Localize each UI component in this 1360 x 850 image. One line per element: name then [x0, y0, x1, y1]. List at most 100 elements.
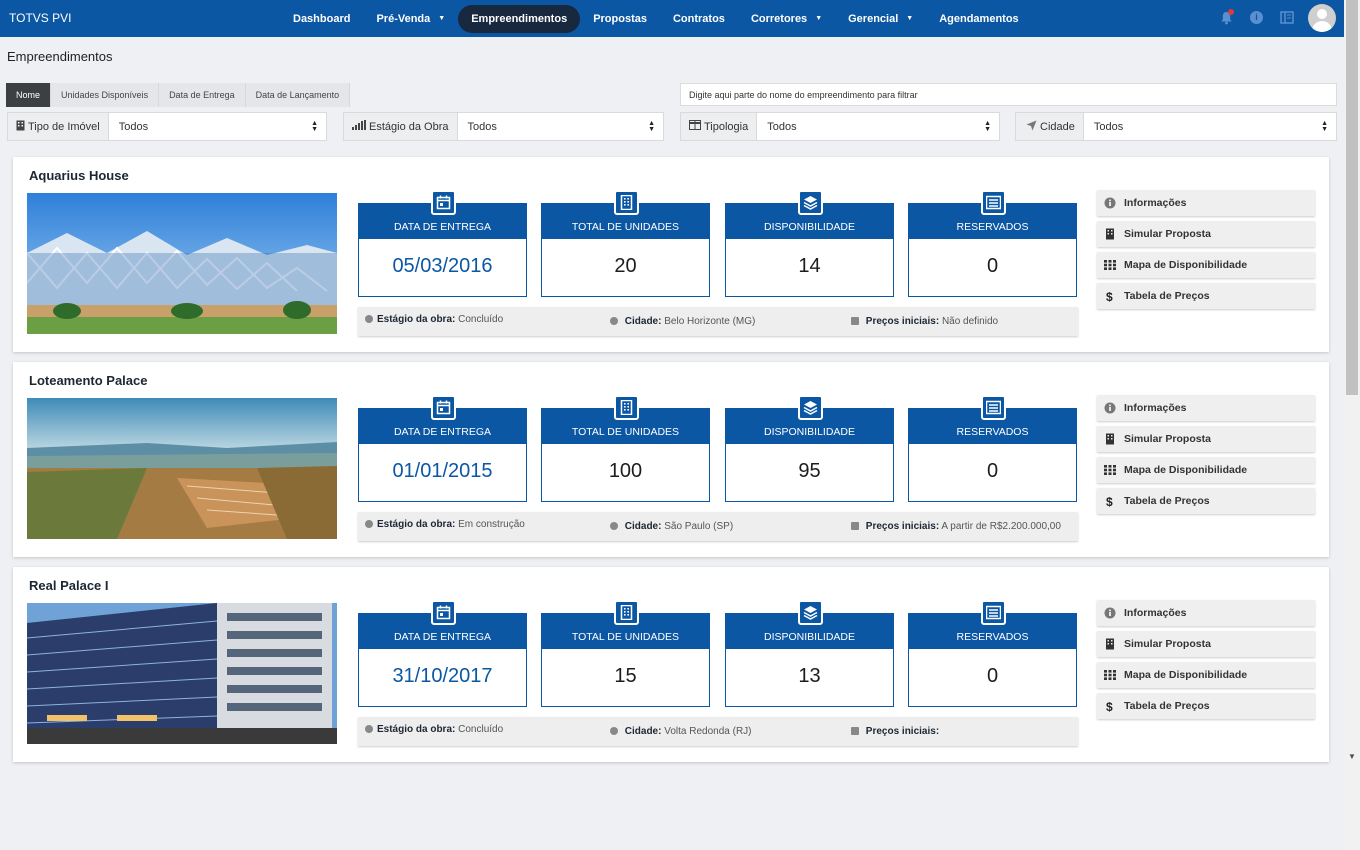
stat-delivery: DATA DE ENTREGA 31/10/2017 [358, 600, 527, 707]
stat-delivery: DATA DE ENTREGA 05/03/2016 [358, 190, 527, 297]
select-estagio-obra[interactable]: Todos ▲ ▼ [458, 113, 664, 140]
project-name[interactable]: Loteamento Palace [29, 373, 148, 388]
chevron-down-icon: ▼ [906, 14, 914, 22]
filter-search-input[interactable] [680, 83, 1337, 106]
filter-tipo-imovel: Tipo de Imóvel Todos ▲ ▼ [7, 112, 327, 141]
info-icon[interactable]: i [1250, 11, 1263, 24]
nav-contratos[interactable]: Contratos [660, 5, 738, 33]
stat-reserved: RESERVADOS 0 [908, 190, 1077, 297]
nav-agendamentos[interactable]: Agendamentos [926, 5, 1031, 33]
stat-available-value: 95 [798, 460, 821, 482]
book-icon[interactable] [1280, 11, 1294, 25]
info-stage: Estágio da obra: Concluído [365, 314, 503, 325]
sort-tab-data-entrega[interactable]: Data de Entrega [159, 83, 246, 107]
info-price: Preços iniciais: Não definido [851, 316, 998, 327]
info-circle-icon [365, 725, 373, 734]
tabela-precos-button[interactable]: $ Tabela de Preços [1097, 693, 1315, 719]
stat-reserved: RESERVADOS 0 [908, 395, 1077, 502]
select-cidade[interactable]: Todos ▲ ▼ [1084, 113, 1336, 140]
info-circle-icon [365, 315, 373, 324]
simular-proposta-button[interactable]: Simular Proposta [1097, 426, 1315, 452]
info-city: Cidade: Belo Horizonte (MG) [610, 316, 755, 327]
scroll-down-arrow-icon[interactable]: ▼ [1348, 752, 1356, 761]
project-name[interactable]: Real Palace I [29, 578, 109, 593]
info-icon [1104, 607, 1116, 619]
building-icon [16, 120, 25, 134]
money-bag-icon [851, 522, 859, 531]
list-icon [981, 600, 1006, 625]
chevron-down-icon: ▼ [815, 14, 823, 22]
project-image [27, 398, 337, 539]
informacoes-button[interactable]: Informações [1097, 395, 1315, 421]
tabela-precos-button[interactable]: $ Tabela de Preços [1097, 283, 1315, 309]
page-scrollbar[interactable]: ▼ [1344, 0, 1360, 850]
project-actions: Informações Simular Proposta Mapa de Dis… [1097, 600, 1315, 724]
stat-delivery-value: 31/10/2017 [392, 665, 493, 687]
stat-total-value: 20 [614, 255, 637, 277]
nav-corretores[interactable]: Corretores ▼ [738, 5, 835, 33]
select-tipologia[interactable]: Todos ▲ ▼ [757, 113, 999, 140]
info-city: Cidade: São Paulo (SP) [610, 521, 733, 532]
compass-icon [610, 727, 618, 736]
info-city: Cidade: Volta Redonda (RJ) [610, 726, 752, 737]
nav-propostas[interactable]: Propostas [580, 5, 660, 33]
signal-bars-icon [352, 120, 366, 133]
stat-total: TOTAL DE UNIDADES 20 [541, 190, 710, 297]
project-card: Aquarius House DATA DE ENTREGA 05/03/201… [13, 157, 1329, 352]
informacoes-button[interactable]: Informações [1097, 600, 1315, 626]
select-arrows-icon: ▲ ▼ [648, 120, 655, 133]
simular-proposta-button[interactable]: Simular Proposta [1097, 631, 1315, 657]
nav-pre-venda[interactable]: Pré-Venda ▼ [363, 5, 458, 33]
user-avatar[interactable] [1308, 4, 1336, 32]
stat-reserved-value: 0 [986, 460, 999, 482]
grid-icon [1104, 465, 1116, 475]
simular-proposta-button[interactable]: Simular Proposta [1097, 221, 1315, 247]
nav-dashboard[interactable]: Dashboard [280, 5, 363, 33]
scroll-thumb[interactable] [1346, 0, 1358, 395]
svg-text:$: $ [1106, 495, 1113, 507]
project-info-bar: Estágio da obra: Em construção Cidade: S… [358, 512, 1078, 541]
mapa-disponibilidade-button[interactable]: Mapa de Disponibilidade [1097, 457, 1315, 483]
stat-available-value: 13 [798, 665, 821, 687]
select-arrows-icon: ▲ ▼ [311, 120, 318, 133]
project-name[interactable]: Aquarius House [29, 168, 129, 183]
nav-empreendimentos[interactable]: Empreendimentos [458, 4, 581, 33]
page-title: Empreendimentos [7, 49, 113, 64]
stat-total: TOTAL DE UNIDADES 15 [541, 600, 710, 707]
mapa-disponibilidade-button[interactable]: Mapa de Disponibilidade [1097, 662, 1315, 688]
location-arrow-icon [1026, 120, 1037, 134]
sort-tab-nome[interactable]: Nome [6, 83, 52, 107]
svg-text:$: $ [1106, 700, 1113, 712]
layers-icon [798, 395, 823, 420]
chevron-down-icon: ▼ [438, 14, 446, 22]
tabela-precos-button[interactable]: $ Tabela de Preços [1097, 488, 1315, 514]
project-card: Real Palace I DATA DE ENTREGA 31/10/2017… [13, 567, 1329, 762]
project-image [27, 193, 337, 334]
stat-reserved-value: 0 [986, 255, 999, 277]
nav-gerencial[interactable]: Gerencial ▼ [835, 5, 926, 33]
filter-cidade: Cidade Todos ▲ ▼ [1015, 112, 1337, 141]
notification-bell-icon[interactable] [1220, 9, 1234, 25]
layers-icon [798, 190, 823, 215]
info-price: Preços iniciais: A partir de R$2.200.000… [851, 521, 1061, 532]
sort-tab-unidades[interactable]: Unidades Disponíveis [51, 83, 160, 107]
mapa-disponibilidade-button[interactable]: Mapa de Disponibilidade [1097, 252, 1315, 278]
stat-delivery-value: 05/03/2016 [392, 255, 493, 277]
stat-available: DISPONIBILIDADE 14 [725, 190, 894, 297]
select-tipo-imovel[interactable]: Todos ▲ ▼ [109, 113, 326, 140]
grid-icon [1104, 670, 1116, 680]
stat-delivery: DATA DE ENTREGA 01/01/2015 [358, 395, 527, 502]
sort-tab-data-lancamento[interactable]: Data de Lançamento [246, 83, 351, 107]
informacoes-button[interactable]: Informações [1097, 190, 1315, 216]
grid-icon [1104, 260, 1116, 270]
info-stage: Estágio da obra: Concluído [365, 724, 503, 735]
select-arrows-icon: ▲ ▼ [1321, 120, 1328, 133]
notification-badge [1228, 9, 1234, 15]
calendar-icon [431, 395, 456, 420]
filter-tipologia: Tipologia Todos ▲ ▼ [680, 112, 1000, 141]
calendar-icon [431, 600, 456, 625]
svg-text:$: $ [1106, 290, 1113, 302]
money-bag-icon [851, 727, 859, 736]
stat-delivery-value: 01/01/2015 [392, 460, 493, 482]
brand-logo[interactable]: TOTVS PVI [9, 11, 71, 25]
